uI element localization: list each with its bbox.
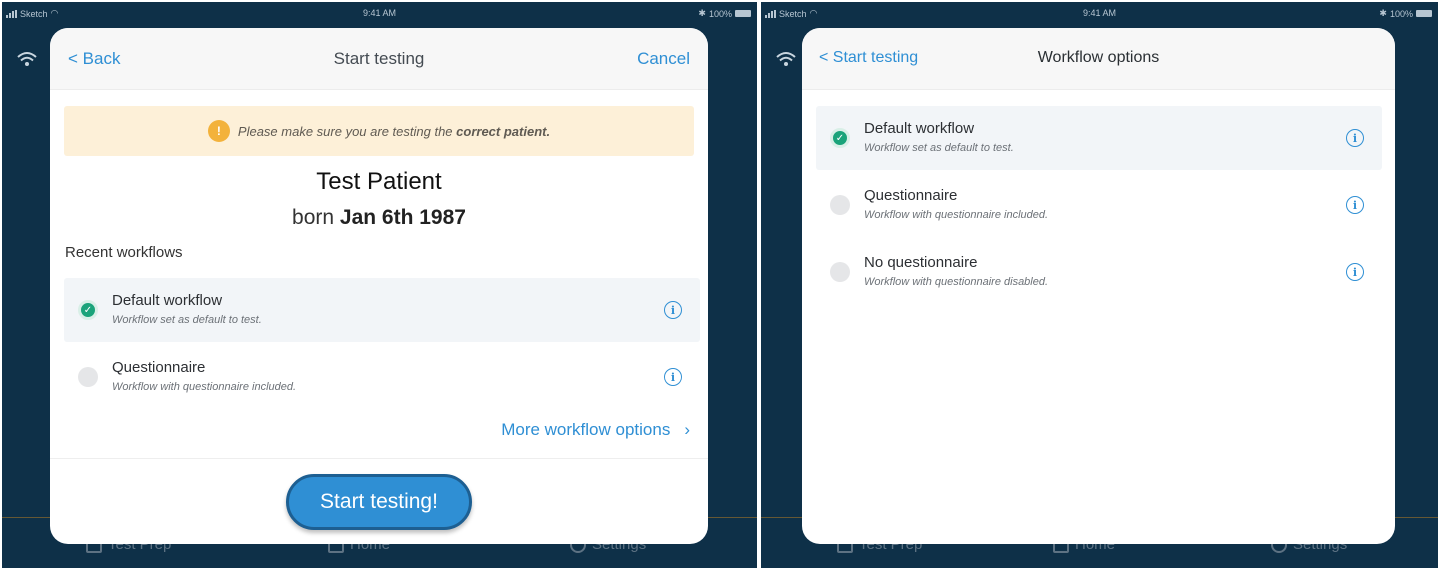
modal-title: Start testing: [333, 49, 425, 68]
status-time: 9:41 AM: [1082, 8, 1117, 18]
cancel-button[interactable]: Cancel: [637, 49, 690, 69]
workflow-item-no-questionnaire[interactable]: No questionnaire Workflow with questionn…: [816, 240, 1382, 304]
workflow-item-default[interactable]: ✓ Default workflow Workflow set as defau…: [816, 106, 1382, 170]
patient-birthdate: born Jan 6th 1987: [50, 206, 708, 230]
workflow-item-questionnaire[interactable]: Questionnaire Workflow with questionnair…: [64, 345, 700, 409]
workflow-text: No questionnaire Workflow with questionn…: [864, 254, 1048, 288]
radio-unchecked-icon[interactable]: [830, 195, 850, 215]
born-date: Jan 6th 1987: [339, 206, 466, 229]
battery-label: 100%: [708, 8, 732, 19]
modal-nav: < Back Start testing Cancel: [50, 28, 708, 90]
workflow-item-default[interactable]: ✓ Default workflow Workflow set as defau…: [64, 278, 700, 342]
workflow-subtitle: Workflow with questionnaire included.: [864, 209, 1049, 221]
workflow-title: Questionnaire: [864, 187, 958, 204]
battery-icon: [1416, 10, 1432, 17]
workflow-subtitle: Workflow with questionnaire included.: [112, 381, 297, 393]
warning-text-prefix: Please make sure you are testing the: [237, 123, 453, 139]
workflow-title: Default workflow: [112, 292, 223, 309]
status-bar: Sketch ◠ 9:41 AM ✱ 100%: [2, 2, 757, 24]
info-icon[interactable]: i: [664, 368, 682, 386]
radio-checked-icon[interactable]: ✓: [78, 300, 98, 320]
left-screen: Sketch ◠ 9:41 AM ✱ 100% Test Prep Home S…: [2, 2, 757, 568]
start-testing-button[interactable]: Start testing!: [286, 474, 472, 530]
chevron-right-icon: ›: [684, 420, 690, 439]
status-time: 9:41 AM: [362, 8, 397, 18]
info-icon[interactable]: i: [1346, 263, 1364, 281]
workflow-item-questionnaire[interactable]: Questionnaire Workflow with questionnair…: [816, 173, 1382, 237]
info-icon[interactable]: i: [1346, 196, 1364, 214]
radio-unchecked-icon[interactable]: [78, 367, 98, 387]
modal-nav: < Start testing Workflow options: [802, 28, 1395, 90]
more-workflow-options-link[interactable]: More workflow options ›: [501, 420, 690, 440]
workflow-options-modal: < Start testing Workflow options ✓ Defau…: [802, 28, 1395, 544]
workflow-title: Questionnaire: [112, 359, 206, 376]
radio-checked-icon[interactable]: ✓: [830, 128, 850, 148]
battery-icon: [735, 10, 751, 17]
battery: ✱ 100%: [1379, 8, 1432, 19]
wifi-icon: [775, 50, 797, 73]
more-options-label: More workflow options: [501, 420, 671, 439]
wifi-icon: [16, 50, 38, 73]
warning-icon: !: [207, 120, 230, 142]
workflow-text: Questionnaire Workflow with questionnair…: [864, 187, 1048, 221]
born-prefix: born: [292, 206, 335, 229]
warning-text: Please make sure you are testing the cor…: [238, 124, 550, 139]
patient-name: Test Patient: [316, 168, 442, 195]
warning-text-bold: correct patient.: [456, 123, 551, 139]
battery: ✱ 100%: [698, 8, 751, 19]
workflow-subtitle: Workflow set as default to test.: [864, 142, 1014, 154]
workflow-text: Questionnaire Workflow with questionnair…: [112, 359, 296, 393]
recent-workflows-heading: Recent workflows: [65, 244, 183, 261]
workflow-text: Default workflow Workflow set as default…: [864, 120, 1014, 154]
workflow-subtitle: Workflow with questionnaire disabled.: [864, 276, 1049, 288]
patient-warning-banner: ! Please make sure you are testing the c…: [64, 106, 694, 156]
bluetooth-icon: ✱: [1379, 8, 1387, 18]
modal-title: Workflow options: [1037, 49, 1160, 66]
workflow-title: No questionnaire: [864, 254, 978, 271]
info-icon[interactable]: i: [664, 301, 682, 319]
footer-divider: [50, 458, 708, 459]
workflow-subtitle: Workflow set as default to test.: [112, 314, 262, 326]
status-bar: Sketch ◠ 9:41 AM ✱ 100%: [761, 2, 1438, 24]
right-screen: Sketch ◠ 9:41 AM ✱ 100% Test Prep Home S…: [761, 2, 1438, 568]
start-testing-modal: < Back Start testing Cancel ! Please mak…: [50, 28, 708, 544]
radio-unchecked-icon[interactable]: [830, 262, 850, 282]
workflow-title: Default workflow: [864, 120, 975, 137]
battery-label: 100%: [1389, 8, 1413, 19]
info-icon[interactable]: i: [1346, 129, 1364, 147]
bluetooth-icon: ✱: [698, 8, 706, 18]
workflow-text: Default workflow Workflow set as default…: [112, 292, 262, 326]
